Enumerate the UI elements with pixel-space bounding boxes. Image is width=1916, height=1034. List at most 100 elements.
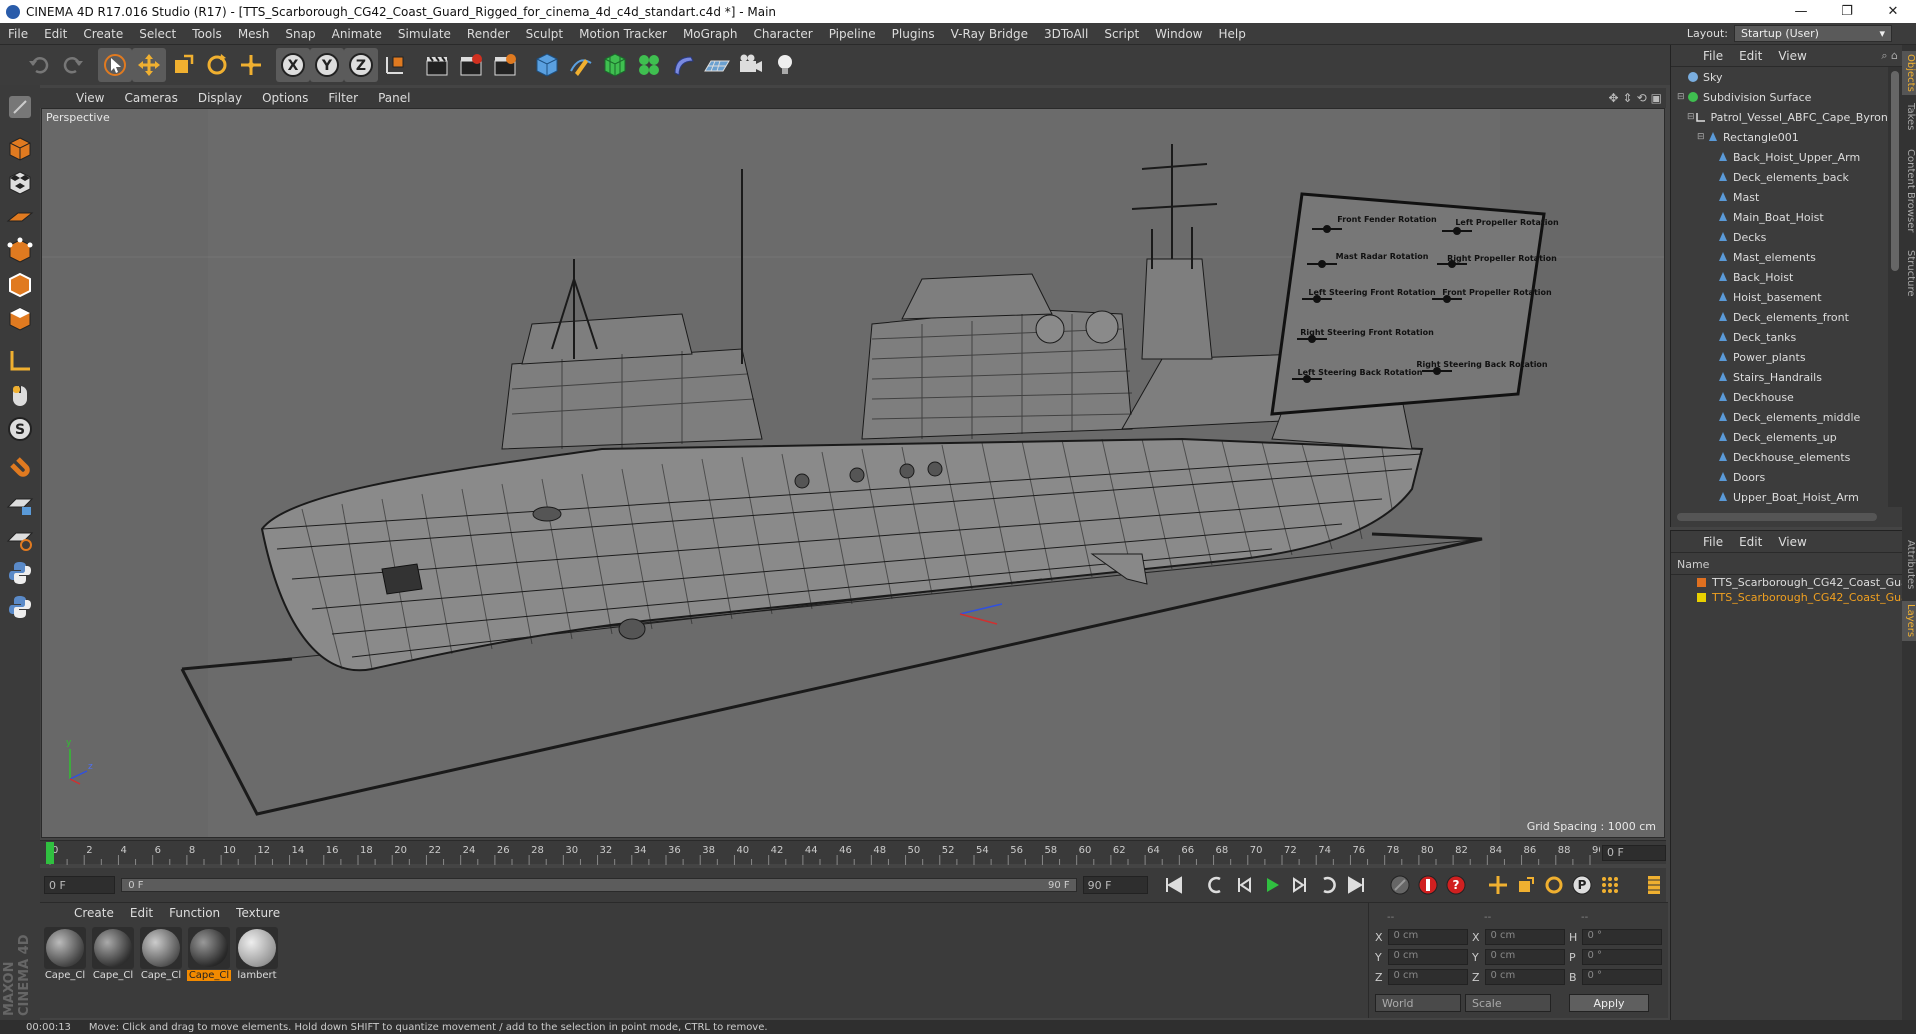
object-row[interactable]: Power_plants bbox=[1671, 347, 1887, 367]
tab-structure[interactable]: Structure bbox=[1902, 245, 1916, 301]
material-item[interactable]: Cape_Cl bbox=[92, 927, 134, 981]
object-row[interactable]: ⊟ Subdivision Surface bbox=[1671, 87, 1887, 107]
viewport-menu-panel[interactable]: Panel bbox=[368, 91, 420, 105]
menu-snap[interactable]: Snap bbox=[277, 27, 323, 41]
object-row[interactable]: Deck_elements_back bbox=[1671, 167, 1887, 187]
menu-animate[interactable]: Animate bbox=[324, 27, 390, 41]
menu-window[interactable]: Window bbox=[1147, 27, 1210, 41]
record-keys-button[interactable] bbox=[1388, 873, 1412, 897]
tab-takes[interactable]: Takes bbox=[1902, 101, 1916, 133]
material-menu-create[interactable]: Create bbox=[66, 906, 122, 920]
model-mode-button[interactable] bbox=[4, 133, 36, 165]
layer-menu-file[interactable]: File bbox=[1695, 535, 1731, 549]
dolly-view-icon[interactable]: ⇕ bbox=[1623, 91, 1633, 105]
edges-mode-button[interactable] bbox=[4, 269, 36, 301]
frame-range-slider[interactable]: 0 F 90 F bbox=[121, 878, 1077, 892]
timeline-window-button[interactable] bbox=[1642, 873, 1666, 897]
object-row[interactable]: Hoist_basement bbox=[1671, 287, 1887, 307]
add-subdivision-button[interactable] bbox=[598, 48, 632, 82]
menu-simulate[interactable]: Simulate bbox=[390, 27, 459, 41]
object-row[interactable]: Sky bbox=[1671, 67, 1887, 87]
orbit-view-icon[interactable]: ⟲ bbox=[1637, 91, 1647, 105]
add-cloner-button[interactable] bbox=[632, 48, 666, 82]
menu-create[interactable]: Create bbox=[75, 27, 131, 41]
object-row[interactable]: Decks bbox=[1671, 227, 1887, 247]
python-script-2-button[interactable] bbox=[4, 591, 36, 623]
add-deformer-button[interactable] bbox=[666, 48, 700, 82]
rotate-tool-button[interactable] bbox=[200, 48, 234, 82]
tree-collapse-icon[interactable]: ⊟ bbox=[1687, 112, 1695, 122]
python-script-1-button[interactable] bbox=[4, 557, 36, 589]
material-menu-function[interactable]: Function bbox=[161, 906, 228, 920]
object-row[interactable]: ⊟ Patrol_Vessel_ABFC_Cape_Byron bbox=[1671, 107, 1887, 127]
object-row[interactable]: Deck_elements_up bbox=[1671, 427, 1887, 447]
parameter-key-button[interactable]: P bbox=[1570, 873, 1594, 897]
perspective-viewport[interactable]: Front Fender Rotation Left Propeller Rot… bbox=[41, 108, 1665, 838]
undo-button[interactable] bbox=[22, 48, 56, 82]
rotation-b-field[interactable]: 0 ° bbox=[1582, 969, 1662, 985]
viewport-menu-options[interactable]: Options bbox=[252, 91, 318, 105]
object-row[interactable]: Deck_tanks bbox=[1671, 327, 1887, 347]
search-icon[interactable]: ⌕ ⌂ bbox=[1873, 49, 1902, 63]
play-button[interactable] bbox=[1260, 873, 1284, 897]
start-frame-field[interactable]: 0 F bbox=[44, 876, 116, 894]
object-row[interactable]: Deckhouse_elements bbox=[1671, 447, 1887, 467]
menu-tools[interactable]: Tools bbox=[184, 27, 230, 41]
object-row[interactable]: Main_Boat_Hoist bbox=[1671, 207, 1887, 227]
object-row[interactable]: Back_Hoist bbox=[1671, 267, 1887, 287]
material-item[interactable]: Cape_Cl bbox=[140, 927, 182, 981]
layer-menu-view[interactable]: View bbox=[1770, 535, 1814, 549]
make-editable-button[interactable] bbox=[4, 91, 36, 123]
size-x-field[interactable]: 0 cm bbox=[1485, 929, 1565, 945]
points-mode-button[interactable] bbox=[4, 235, 36, 267]
material-menu-texture[interactable]: Texture bbox=[228, 906, 288, 920]
object-list-scrollbar[interactable] bbox=[1888, 67, 1902, 507]
maximize-view-icon[interactable]: ▣ bbox=[1651, 91, 1662, 105]
current-frame-field[interactable]: 0 F bbox=[1602, 845, 1666, 861]
menu-mesh[interactable]: Mesh bbox=[230, 27, 278, 41]
menu-motion-tracker[interactable]: Motion Tracker bbox=[571, 27, 675, 41]
next-frame-button[interactable] bbox=[1288, 873, 1312, 897]
size-z-field[interactable]: 0 cm bbox=[1485, 969, 1565, 985]
y-axis-lock-button[interactable]: Y bbox=[310, 48, 344, 82]
layer-menu-edit[interactable]: Edit bbox=[1731, 535, 1770, 549]
z-axis-lock-button[interactable]: Z bbox=[344, 48, 378, 82]
enable-snap-button[interactable] bbox=[4, 455, 36, 487]
layer-row[interactable]: TTS_Scarborough_CG42_Coast_Guard bbox=[1671, 590, 1902, 605]
menu-3dtoall[interactable]: 3DToAll bbox=[1036, 27, 1096, 41]
go-to-start-button[interactable] bbox=[1162, 873, 1186, 897]
texture-mode-button[interactable] bbox=[4, 167, 36, 199]
tab-attributes[interactable]: Attributes bbox=[1902, 533, 1916, 597]
size-mode-dropdown[interactable]: Scale bbox=[1465, 994, 1551, 1012]
menu-render[interactable]: Render bbox=[459, 27, 518, 41]
add-light-button[interactable] bbox=[768, 48, 802, 82]
tab-content-browser[interactable]: Content Browser bbox=[1902, 141, 1916, 241]
menu-edit[interactable]: Edit bbox=[36, 27, 75, 41]
recent-tool-button[interactable] bbox=[234, 48, 268, 82]
polygons-mode-button[interactable] bbox=[4, 303, 36, 335]
object-row[interactable]: Stairs_Handrails bbox=[1671, 367, 1887, 387]
render-view-button[interactable] bbox=[420, 48, 454, 82]
menu-script[interactable]: Script bbox=[1096, 27, 1147, 41]
move-tool-button[interactable] bbox=[132, 48, 166, 82]
object-row[interactable]: Mast bbox=[1671, 187, 1887, 207]
next-keyframe-button[interactable] bbox=[1316, 873, 1340, 897]
live-selection-button[interactable] bbox=[98, 48, 132, 82]
autokeying-button[interactable] bbox=[1416, 873, 1440, 897]
tweak-mode-button[interactable] bbox=[4, 379, 36, 411]
position-key-button[interactable] bbox=[1486, 873, 1510, 897]
position-x-field[interactable]: 0 cm bbox=[1388, 929, 1468, 945]
tree-collapse-icon[interactable]: ⊟ bbox=[1677, 92, 1687, 102]
timeline-ruler[interactable]: 0 2 4 6 8 10 12 14 16 18 20 22 24 26 28 30 32 34 36 38 40 42 4… bbox=[40, 840, 1666, 865]
rotation-h-field[interactable]: 0 ° bbox=[1582, 929, 1662, 945]
object-row[interactable]: Mast_elements bbox=[1671, 247, 1887, 267]
layer-row[interactable]: TTS_Scarborough_CG42_Coast_Guard bbox=[1671, 575, 1902, 590]
snapping-button[interactable]: S bbox=[4, 413, 36, 445]
playhead[interactable] bbox=[46, 842, 54, 864]
close-button[interactable]: ✕ bbox=[1870, 0, 1916, 23]
x-axis-lock-button[interactable]: X bbox=[276, 48, 310, 82]
tab-objects[interactable]: Objects bbox=[1902, 51, 1916, 95]
menu-pipeline[interactable]: Pipeline bbox=[821, 27, 884, 41]
menu-plugins[interactable]: Plugins bbox=[884, 27, 943, 41]
viewport-menu-filter[interactable]: Filter bbox=[318, 91, 368, 105]
